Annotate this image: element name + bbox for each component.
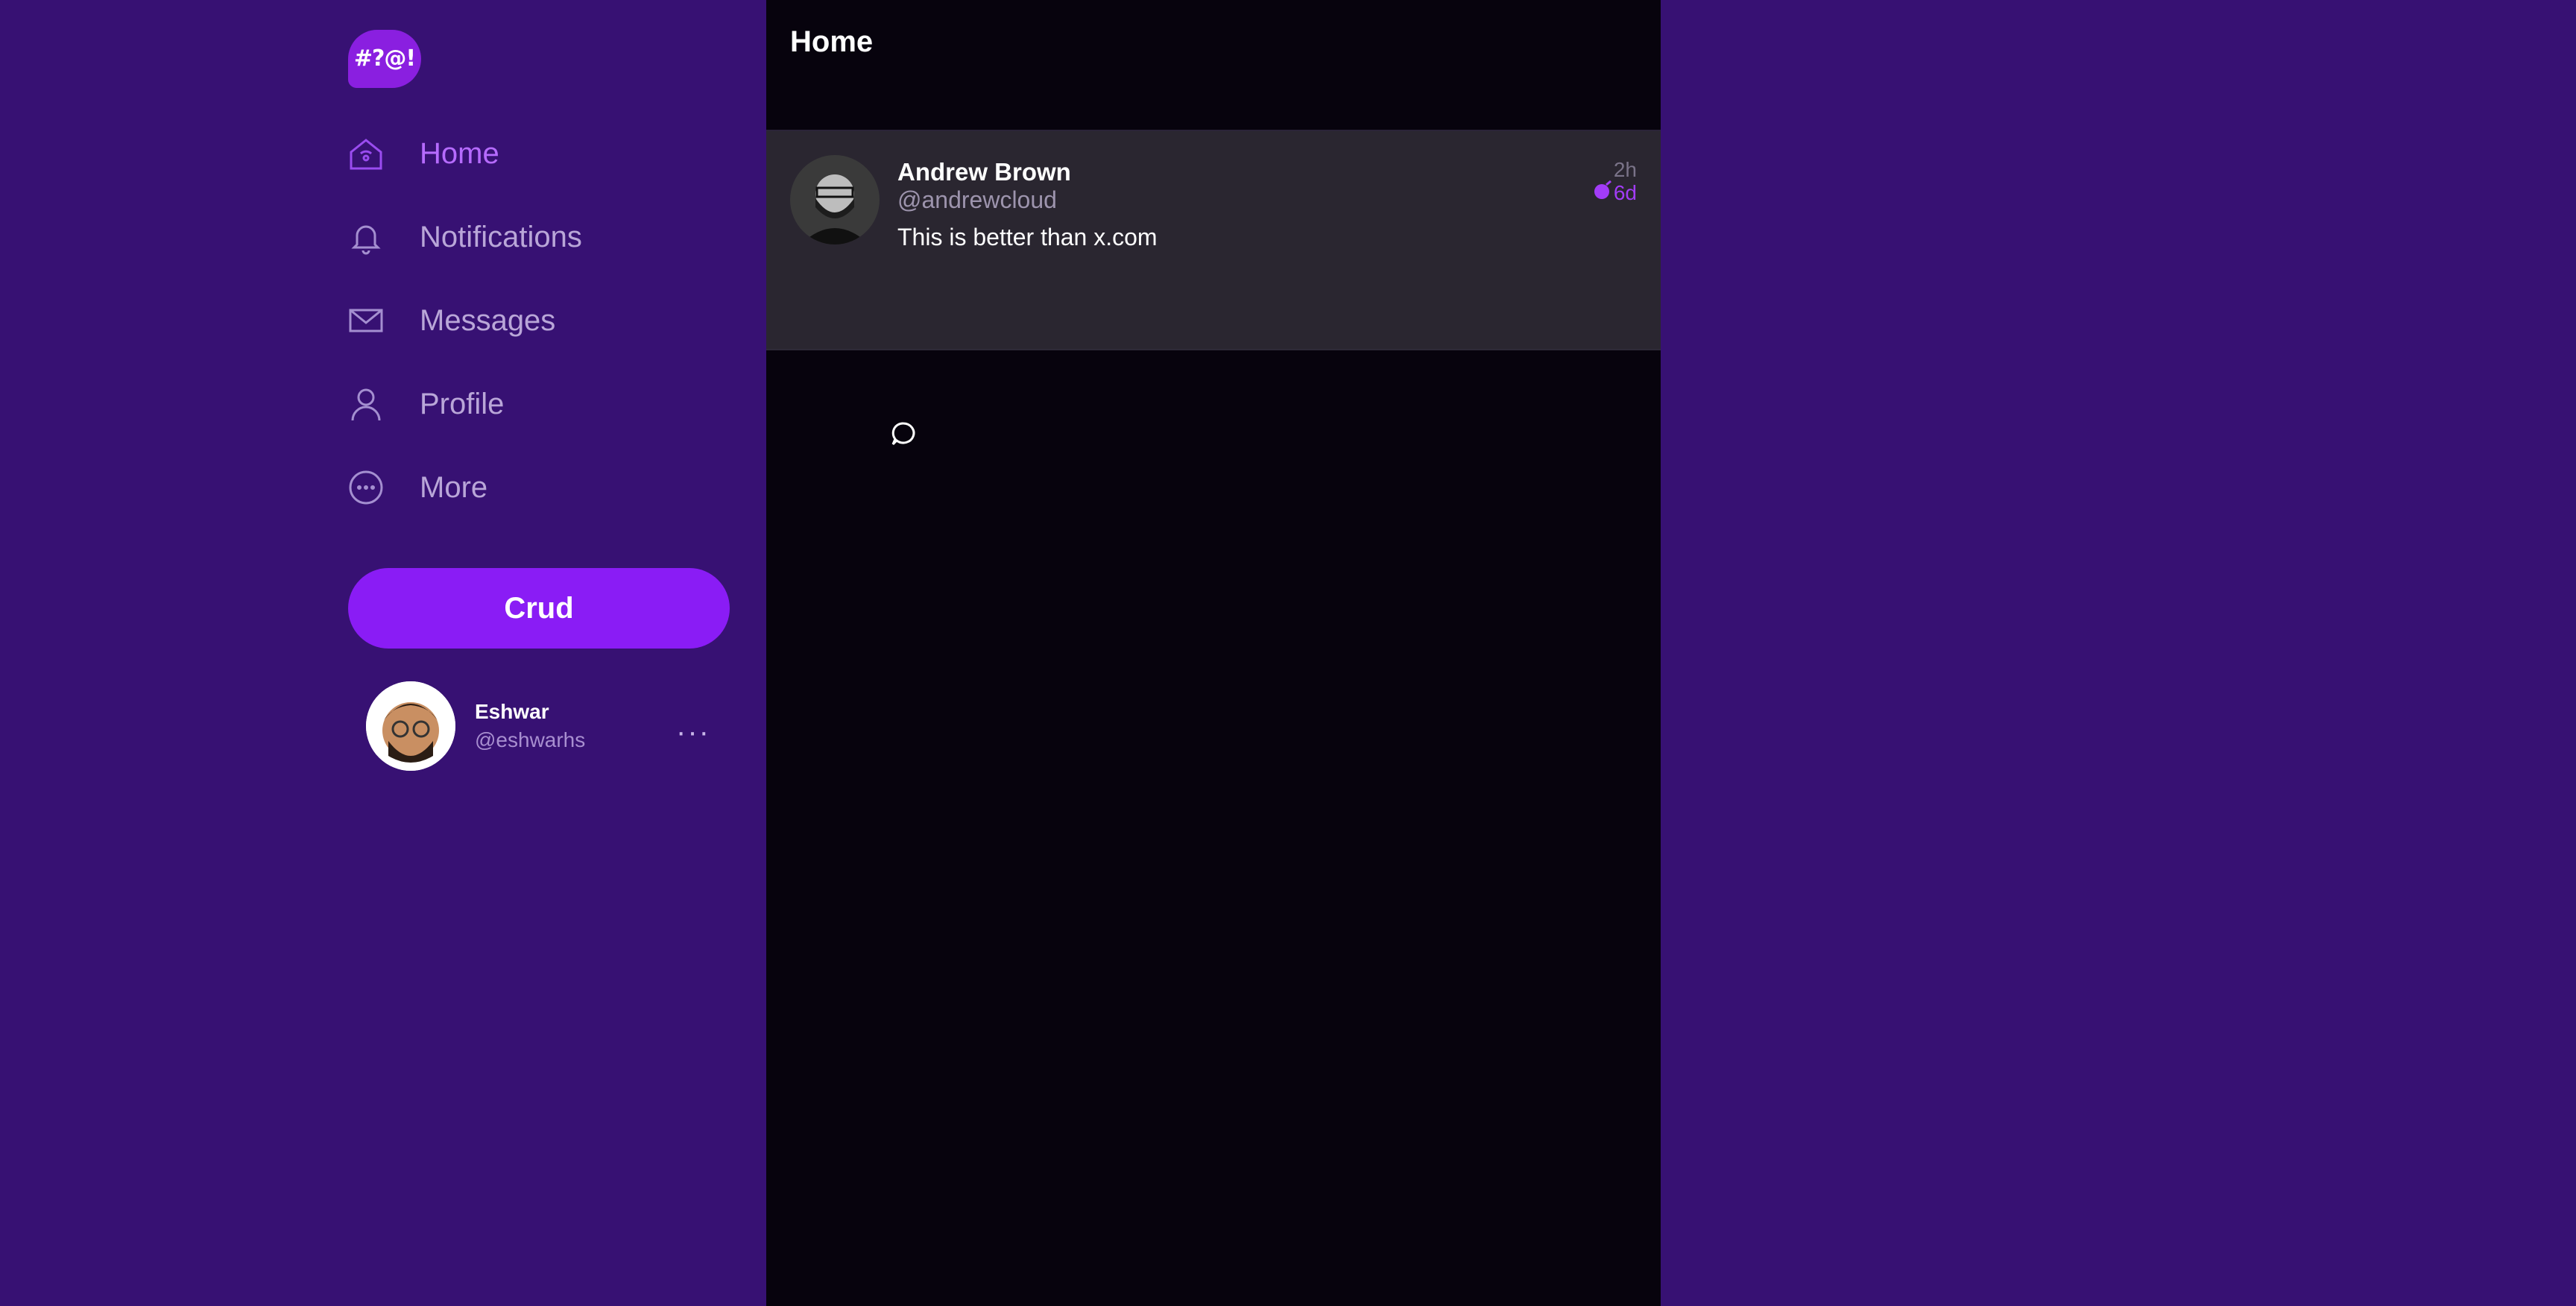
post-expiry: 6d	[1593, 180, 1637, 205]
feed: Home Andrew Brown @andrewcloud This is b…	[766, 0, 1661, 1306]
profile-icon	[348, 386, 384, 422]
current-user[interactable]: Eshwar @eshwarhs ···	[348, 681, 736, 771]
feed-header: Home	[766, 0, 1661, 131]
nav-item-label: Notifications	[420, 220, 582, 253]
cruddur-logo[interactable]: #?@!	[348, 30, 424, 91]
bomb-icon	[1593, 180, 1614, 205]
user-name: Eshwar	[475, 700, 549, 723]
avatar	[790, 155, 880, 245]
more-options-icon[interactable]: ···	[676, 716, 710, 749]
page-title: Home	[790, 25, 874, 58]
logo-text: #?@!	[348, 30, 421, 88]
nav-item-label: Messages	[420, 303, 556, 337]
nav-item-notifications[interactable]: Notifications	[348, 195, 736, 279]
user-handle: @eshwarhs	[475, 728, 586, 751]
post-time: 2h	[1613, 158, 1637, 181]
post[interactable]: Andrew Brown @andrewcloud This is better…	[766, 131, 1661, 446]
crud-button[interactable]: Crud	[348, 568, 730, 649]
nav-item-label: More	[420, 470, 488, 504]
post-author-handle[interactable]: @andrewcloud	[897, 186, 1057, 214]
bell-icon	[348, 219, 384, 255]
nav-item-profile[interactable]: Profile	[348, 362, 736, 446]
more-icon	[348, 470, 384, 505]
home-icon	[348, 136, 384, 171]
nav-item-label: Profile	[420, 387, 505, 420]
nav-item-messages[interactable]: Messages	[348, 279, 736, 362]
nav-item-home[interactable]: Home	[348, 112, 736, 195]
mail-icon	[348, 303, 384, 338]
post-text: This is better than x.com	[897, 224, 1158, 250]
post-expiry-label: 6d	[1613, 180, 1637, 204]
nav-item-more[interactable]: More	[348, 446, 736, 529]
reply-icon[interactable]	[890, 420, 917, 447]
nav-item-label: Home	[420, 136, 499, 170]
avatar	[366, 681, 455, 771]
post-author-name[interactable]: Andrew Brown	[897, 158, 1071, 186]
sidebar-nav: #?@! Home Notifications Messages Profile…	[348, 30, 736, 771]
